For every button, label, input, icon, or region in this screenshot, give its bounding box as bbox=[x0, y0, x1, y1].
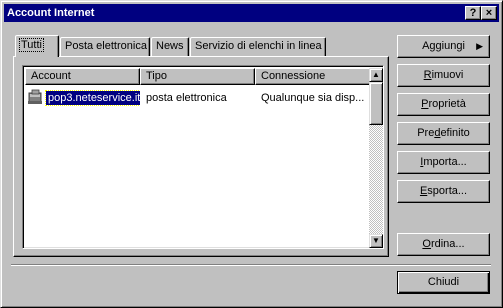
tab-servizio-elenchi[interactable]: Servizio di elenchi in linea bbox=[190, 37, 326, 56]
title-bar[interactable]: Account Internet ? × bbox=[4, 4, 499, 22]
proprieta-button[interactable]: Proprietà bbox=[397, 93, 490, 116]
column-header-connessione[interactable]: Connessione bbox=[255, 68, 371, 85]
list-item[interactable]: pop3.neteservice.it posta elettronica Qu… bbox=[25, 88, 369, 108]
vertical-scrollbar[interactable]: ▲ ▼ bbox=[369, 68, 383, 248]
esporta-button[interactable]: Esporta... bbox=[397, 180, 490, 203]
tab-tutti[interactable]: Tutti bbox=[15, 35, 59, 57]
ordina-button[interactable]: Ordina... bbox=[397, 233, 490, 256]
mail-server-icon bbox=[27, 89, 45, 107]
tab-posta-elettronica[interactable]: Posta elettronica bbox=[60, 37, 150, 56]
tab-news[interactable]: News bbox=[151, 37, 189, 56]
account-type: posta elettronica bbox=[146, 92, 227, 104]
account-name: pop3.neteservice.it bbox=[44, 90, 140, 106]
predefinito-button[interactable]: Predefinito bbox=[397, 122, 490, 145]
help-button[interactable]: ? bbox=[465, 6, 481, 20]
column-header-account[interactable]: Account bbox=[25, 68, 140, 85]
list-header: Account Tipo Connessione bbox=[25, 68, 371, 85]
rimuovi-button[interactable]: Rimuovi bbox=[397, 64, 490, 87]
close-icon[interactable]: × bbox=[481, 6, 497, 20]
scroll-thumb[interactable] bbox=[369, 82, 383, 125]
account-internet-dialog: Account Internet ? × Tutti Posta elettro… bbox=[0, 0, 503, 308]
column-header-tipo[interactable]: Tipo bbox=[140, 68, 255, 85]
aggiungi-button[interactable]: Aggiungi ▶ bbox=[397, 35, 490, 58]
importa-button[interactable]: Importa... bbox=[397, 151, 490, 174]
account-connection: Qualunque sia disp... bbox=[261, 92, 365, 104]
divider bbox=[11, 264, 491, 266]
submenu-arrow-icon: ▶ bbox=[476, 41, 483, 51]
scroll-down-icon[interactable]: ▼ bbox=[369, 234, 383, 248]
chiudi-button[interactable]: Chiudi bbox=[397, 271, 490, 294]
scroll-up-icon[interactable]: ▲ bbox=[369, 68, 383, 82]
accounts-list[interactable]: Account Tipo Connessione pop3.neteservic… bbox=[22, 65, 384, 249]
window-title: Account Internet bbox=[7, 7, 95, 19]
